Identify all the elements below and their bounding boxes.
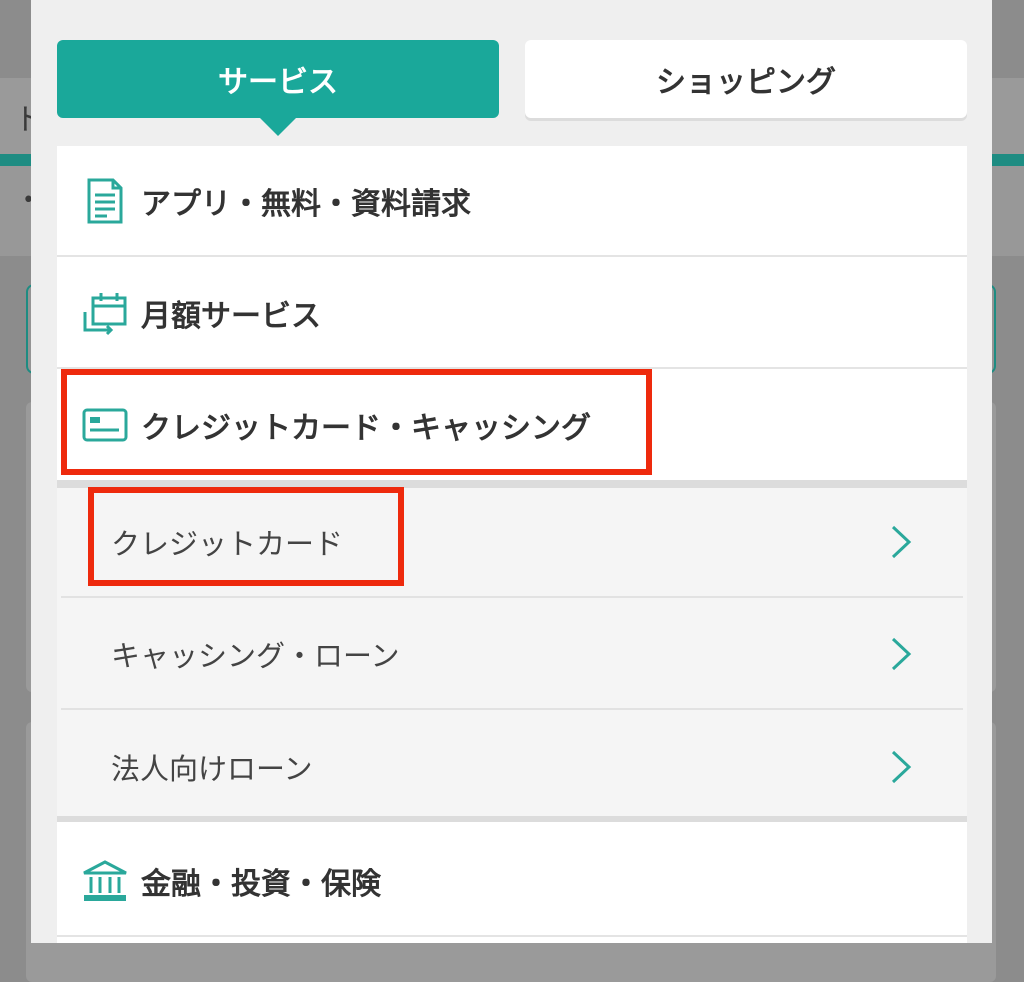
category-apps-label: アプリ・無料・資料請求 xyxy=(141,186,471,222)
tab-shopping[interactable]: ショッピング xyxy=(525,40,967,118)
subitem-business-loan-label: 法人向けローン xyxy=(111,752,313,786)
calendar-cycle-icon xyxy=(77,285,133,341)
tab-service[interactable]: サービス xyxy=(57,40,499,136)
category-monthly-label: 月額サービス xyxy=(141,298,321,334)
highlight-credit-card-item xyxy=(88,487,404,586)
document-icon xyxy=(77,173,133,229)
category-finance[interactable]: 金融・投資・保険 xyxy=(57,826,967,937)
chevron-right-icon xyxy=(891,750,912,784)
subitem-cashing-loan-label: キャッシング・ローン xyxy=(111,639,400,673)
subitem-business-loan[interactable]: 法人向けローン xyxy=(61,712,963,822)
subitem-cashing-loan[interactable]: キャッシング・ローン xyxy=(61,600,963,710)
category-monthly[interactable]: 月額サービス xyxy=(57,258,967,369)
highlight-credit-category xyxy=(61,369,652,475)
category-finance-label: 金融・投資・保険 xyxy=(141,866,381,902)
category-apps[interactable]: アプリ・無料・資料請求 xyxy=(57,146,967,257)
chevron-right-icon xyxy=(891,525,912,559)
chevron-right-icon xyxy=(891,637,912,671)
bank-icon xyxy=(77,853,133,909)
